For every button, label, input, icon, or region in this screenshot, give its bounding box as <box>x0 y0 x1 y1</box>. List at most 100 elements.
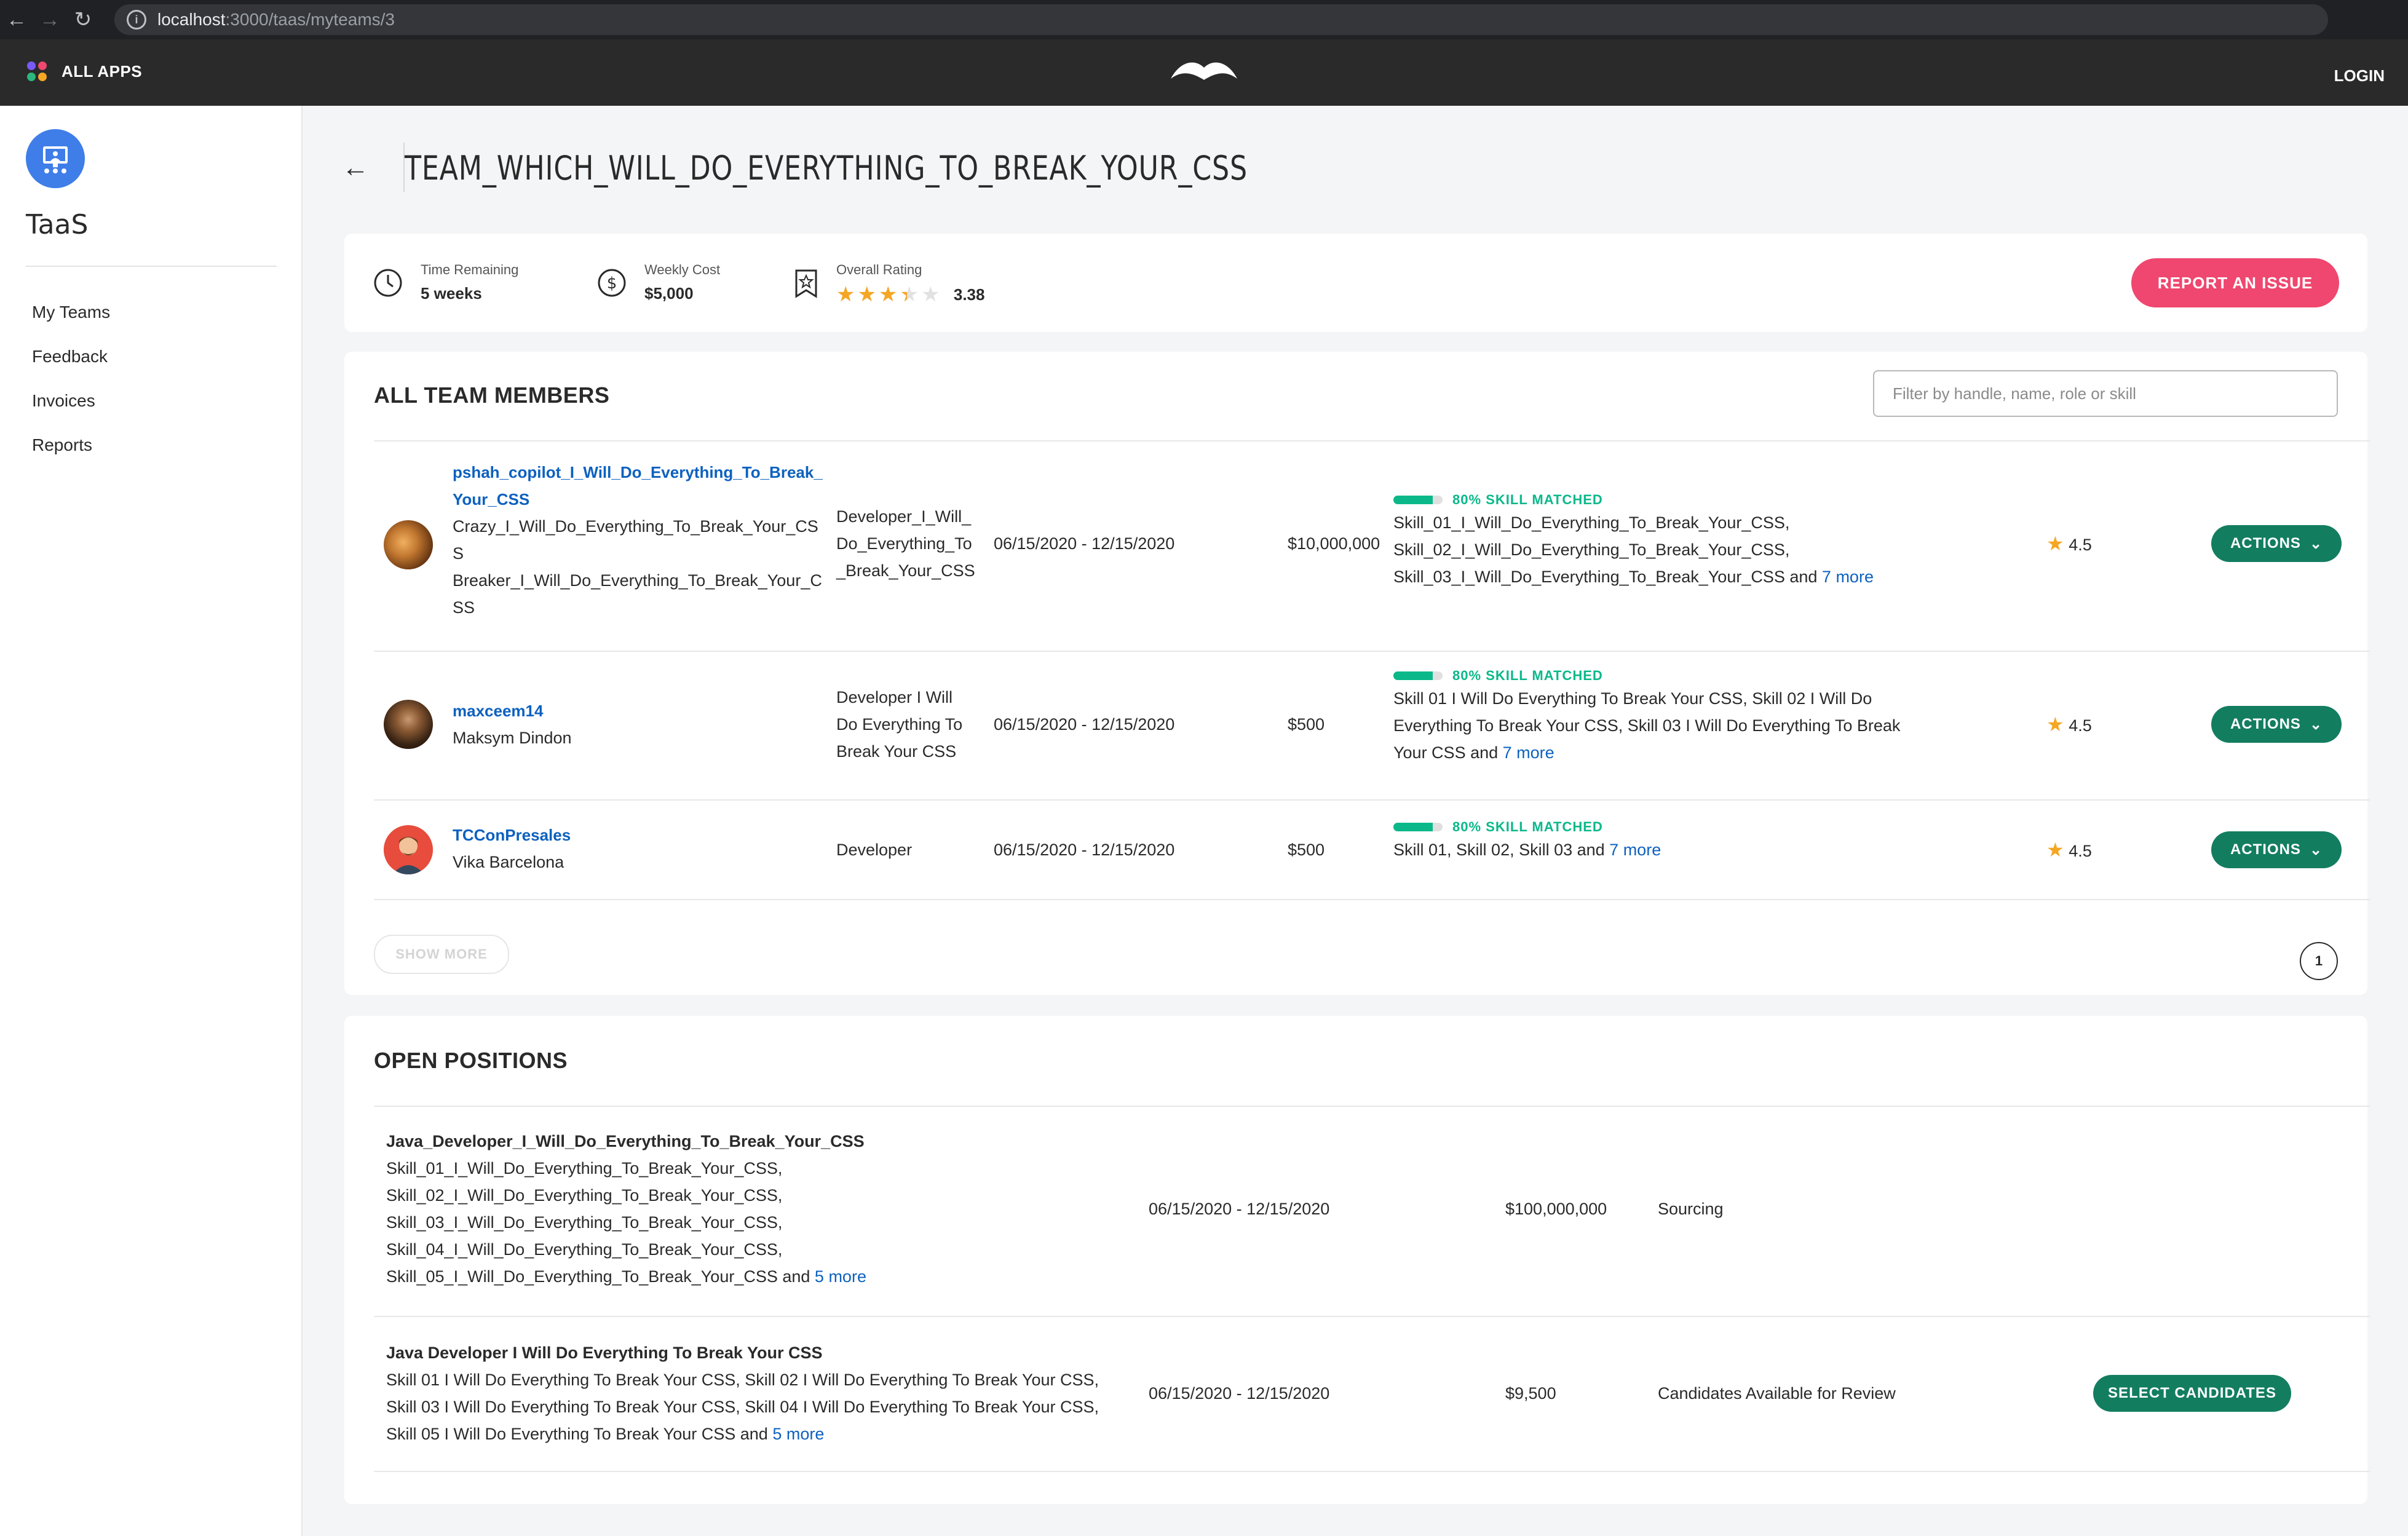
open-positions-title: OPEN POSITIONS <box>374 1048 568 1073</box>
actions-button[interactable]: ACTIONS ⌄ <box>2211 525 2342 562</box>
actions-label: ACTIONS <box>2230 716 2301 732</box>
time-remaining-value: 5 weeks <box>421 284 482 303</box>
all-apps-label: ALL APPS <box>61 61 143 81</box>
svg-text:$: $ <box>607 274 617 293</box>
position-rate: $9,500 <box>1505 1384 1556 1403</box>
star-icon: ★★ <box>900 283 919 306</box>
member-handle-line: Your_CSS <box>453 490 530 509</box>
position-rate: $100,000,000 <box>1505 1200 1607 1218</box>
member-name-line: Maksym Dindon <box>453 729 572 747</box>
member-name-line: Breaker_I_Will_Do_Everything_To_Break_Yo… <box>453 571 822 590</box>
actions-label: ACTIONS <box>2230 841 2301 858</box>
member-avatar[interactable] <box>384 520 433 569</box>
member-avatar[interactable] <box>384 825 433 874</box>
overall-rating-label: Overall Rating <box>836 262 922 277</box>
member-dates: 06/15/2020 - 12/15/2020 <box>994 534 1175 553</box>
member-row: maxceem14 Maksym Dindon Developer I Will… <box>374 652 2370 801</box>
back-nav-icon[interactable]: ← <box>0 8 33 32</box>
position-skill-line: Skill_03_I_Will_Do_Everything_To_Break_Y… <box>386 1213 783 1232</box>
member-handle-link[interactable]: maxceem14 <box>453 697 572 724</box>
skill-match-label: 80% SKILL MATCHED <box>1452 491 1603 507</box>
skill-match-indicator: 80% SKILL MATCHED <box>1393 489 1874 509</box>
position-details: Java_Developer_I_Will_Do_Everything_To_B… <box>386 1128 866 1290</box>
sidebar-item-invoices[interactable]: Invoices <box>32 379 110 423</box>
sidebar-item-my-teams[interactable]: My Teams <box>32 290 110 335</box>
position-title: Java_Developer_I_Will_Do_Everything_To_B… <box>386 1132 865 1150</box>
position-dates: 06/15/2020 - 12/15/2020 <box>1149 1200 1330 1218</box>
weekly-cost-label: Weekly Cost <box>644 262 721 277</box>
skill-line: Your CSS and <box>1393 743 1503 762</box>
more-skills-link[interactable]: 5 more <box>815 1267 866 1286</box>
member-rate: $500 <box>1288 715 1325 734</box>
url-path: :3000/taas/myteams/3 <box>225 10 395 29</box>
time-remaining-label: Time Remaining <box>421 262 519 277</box>
member-avatar[interactable] <box>384 700 433 749</box>
member-rating: ★ 4.5 <box>2046 530 2092 558</box>
member-rate: $500 <box>1288 841 1325 859</box>
member-role-line: _Break_Your_CSS <box>836 561 975 580</box>
app-title: TaaS <box>26 209 89 240</box>
actions-button[interactable]: ACTIONS ⌄ <box>2211 831 2342 868</box>
member-rating: ★ 4.5 <box>2046 836 2092 865</box>
member-row: pshah_copilot_I_Will_Do_Everything_To_Br… <box>374 441 2370 652</box>
star-icon: ★ <box>2046 839 2064 861</box>
sidebar-item-feedback[interactable]: Feedback <box>32 335 110 379</box>
rating-badge-icon <box>791 268 822 299</box>
select-candidates-button[interactable]: SELECT CANDIDATES <box>2093 1375 2291 1412</box>
member-role: Developer <box>836 841 913 859</box>
time-remaining-stat: Time Remaining 5 weeks <box>373 262 518 303</box>
more-skills-link[interactable]: 5 more <box>772 1425 824 1443</box>
reload-icon[interactable]: ↻ <box>66 7 100 32</box>
member-filter-input[interactable] <box>1873 370 2338 417</box>
address-bar[interactable]: i localhost:3000/taas/myteams/3 <box>114 4 2328 35</box>
member-skills: 80% SKILL MATCHED Skill 01 I Will Do Eve… <box>1393 665 1900 766</box>
position-details: Java Developer I Will Do Everything To B… <box>386 1339 1099 1447</box>
overall-rating-stars: ★★★★★★★★★ <box>836 284 940 305</box>
actions-label: ACTIONS <box>2230 535 2301 552</box>
member-role-line: Break Your CSS <box>836 742 957 761</box>
dollar-icon: $ <box>596 267 627 298</box>
all-apps-button[interactable]: ALL APPS <box>27 61 142 81</box>
more-skills-link[interactable]: 7 more <box>1822 568 1874 586</box>
more-skills-link[interactable]: 7 more <box>1503 743 1555 762</box>
member-role: Developer_I_Will_ Do_Everything_To _Brea… <box>836 503 975 584</box>
actions-button[interactable]: ACTIONS ⌄ <box>2211 706 2342 743</box>
member-dates: 06/15/2020 - 12/15/2020 <box>994 715 1175 734</box>
site-info-icon[interactable]: i <box>127 10 146 30</box>
back-arrow-icon[interactable]: ← <box>342 152 369 183</box>
skill-match-indicator: 80% SKILL MATCHED <box>1393 817 1661 836</box>
skill-match-bar <box>1393 671 1443 680</box>
show-more-button[interactable]: SHOW MORE <box>374 935 509 974</box>
member-identity: TCConPresales Vika Barcelona <box>453 821 571 876</box>
member-skills: 80% SKILL MATCHED Skill 01, Skill 02, Sk… <box>1393 817 1661 863</box>
more-skills-link[interactable]: 7 more <box>1609 841 1661 859</box>
position-row: Java Developer I Will Do Everything To B… <box>374 1317 2370 1472</box>
skill-line: Everything To Break Your CSS, Skill 03 I… <box>1393 716 1901 735</box>
member-identity: pshah_copilot_I_Will_Do_Everything_To_Br… <box>453 459 823 621</box>
forward-nav-icon[interactable]: → <box>33 8 66 32</box>
member-role-line: Developer_I_Will_ <box>836 507 972 526</box>
topcoder-logo-icon[interactable] <box>1168 58 1240 88</box>
position-skill-line: Skill_05_I_Will_Do_Everything_To_Break_Y… <box>386 1267 815 1286</box>
sidebar-divider <box>26 266 277 267</box>
member-dates: 06/15/2020 - 12/15/2020 <box>994 841 1175 859</box>
member-role-line: Developer I Will <box>836 688 953 707</box>
member-rating-value: 4.5 <box>2069 716 2092 735</box>
position-skill-line: Skill 03 I Will Do Everything To Break Y… <box>386 1398 1099 1416</box>
report-issue-button[interactable]: REPORT AN ISSUE <box>2131 258 2339 307</box>
pagination-page-1[interactable]: 1 <box>2300 942 2338 980</box>
position-title: Java Developer I Will Do Everything To B… <box>386 1344 823 1362</box>
member-handle-link[interactable]: pshah_copilot_I_Will_Do_Everything_To_Br… <box>453 459 823 513</box>
skill-match-label: 80% SKILL MATCHED <box>1452 818 1603 834</box>
member-handle-link[interactable]: TCConPresales <box>453 821 571 849</box>
team-summary-card: Time Remaining 5 weeks $ Weekly Cost $5,… <box>344 234 2367 332</box>
member-name-line: Vika Barcelona <box>453 853 564 871</box>
skill-line: Skill_02_I_Will_Do_Everything_To_Break_Y… <box>1393 540 1790 559</box>
login-button[interactable]: LOGIN <box>2334 66 2385 85</box>
main-content: ← TEAM_WHICH_WILL_DO_EVERYTHING_TO_BREAK… <box>301 106 2408 1536</box>
skill-line: Skill 01, Skill 02, Skill 03 and <box>1393 840 1610 859</box>
url-host: localhost <box>157 10 226 29</box>
member-name-line: SS <box>453 598 475 617</box>
sidebar-item-reports[interactable]: Reports <box>32 423 110 467</box>
weekly-cost-stat: $ Weekly Cost $5,000 <box>596 262 720 303</box>
